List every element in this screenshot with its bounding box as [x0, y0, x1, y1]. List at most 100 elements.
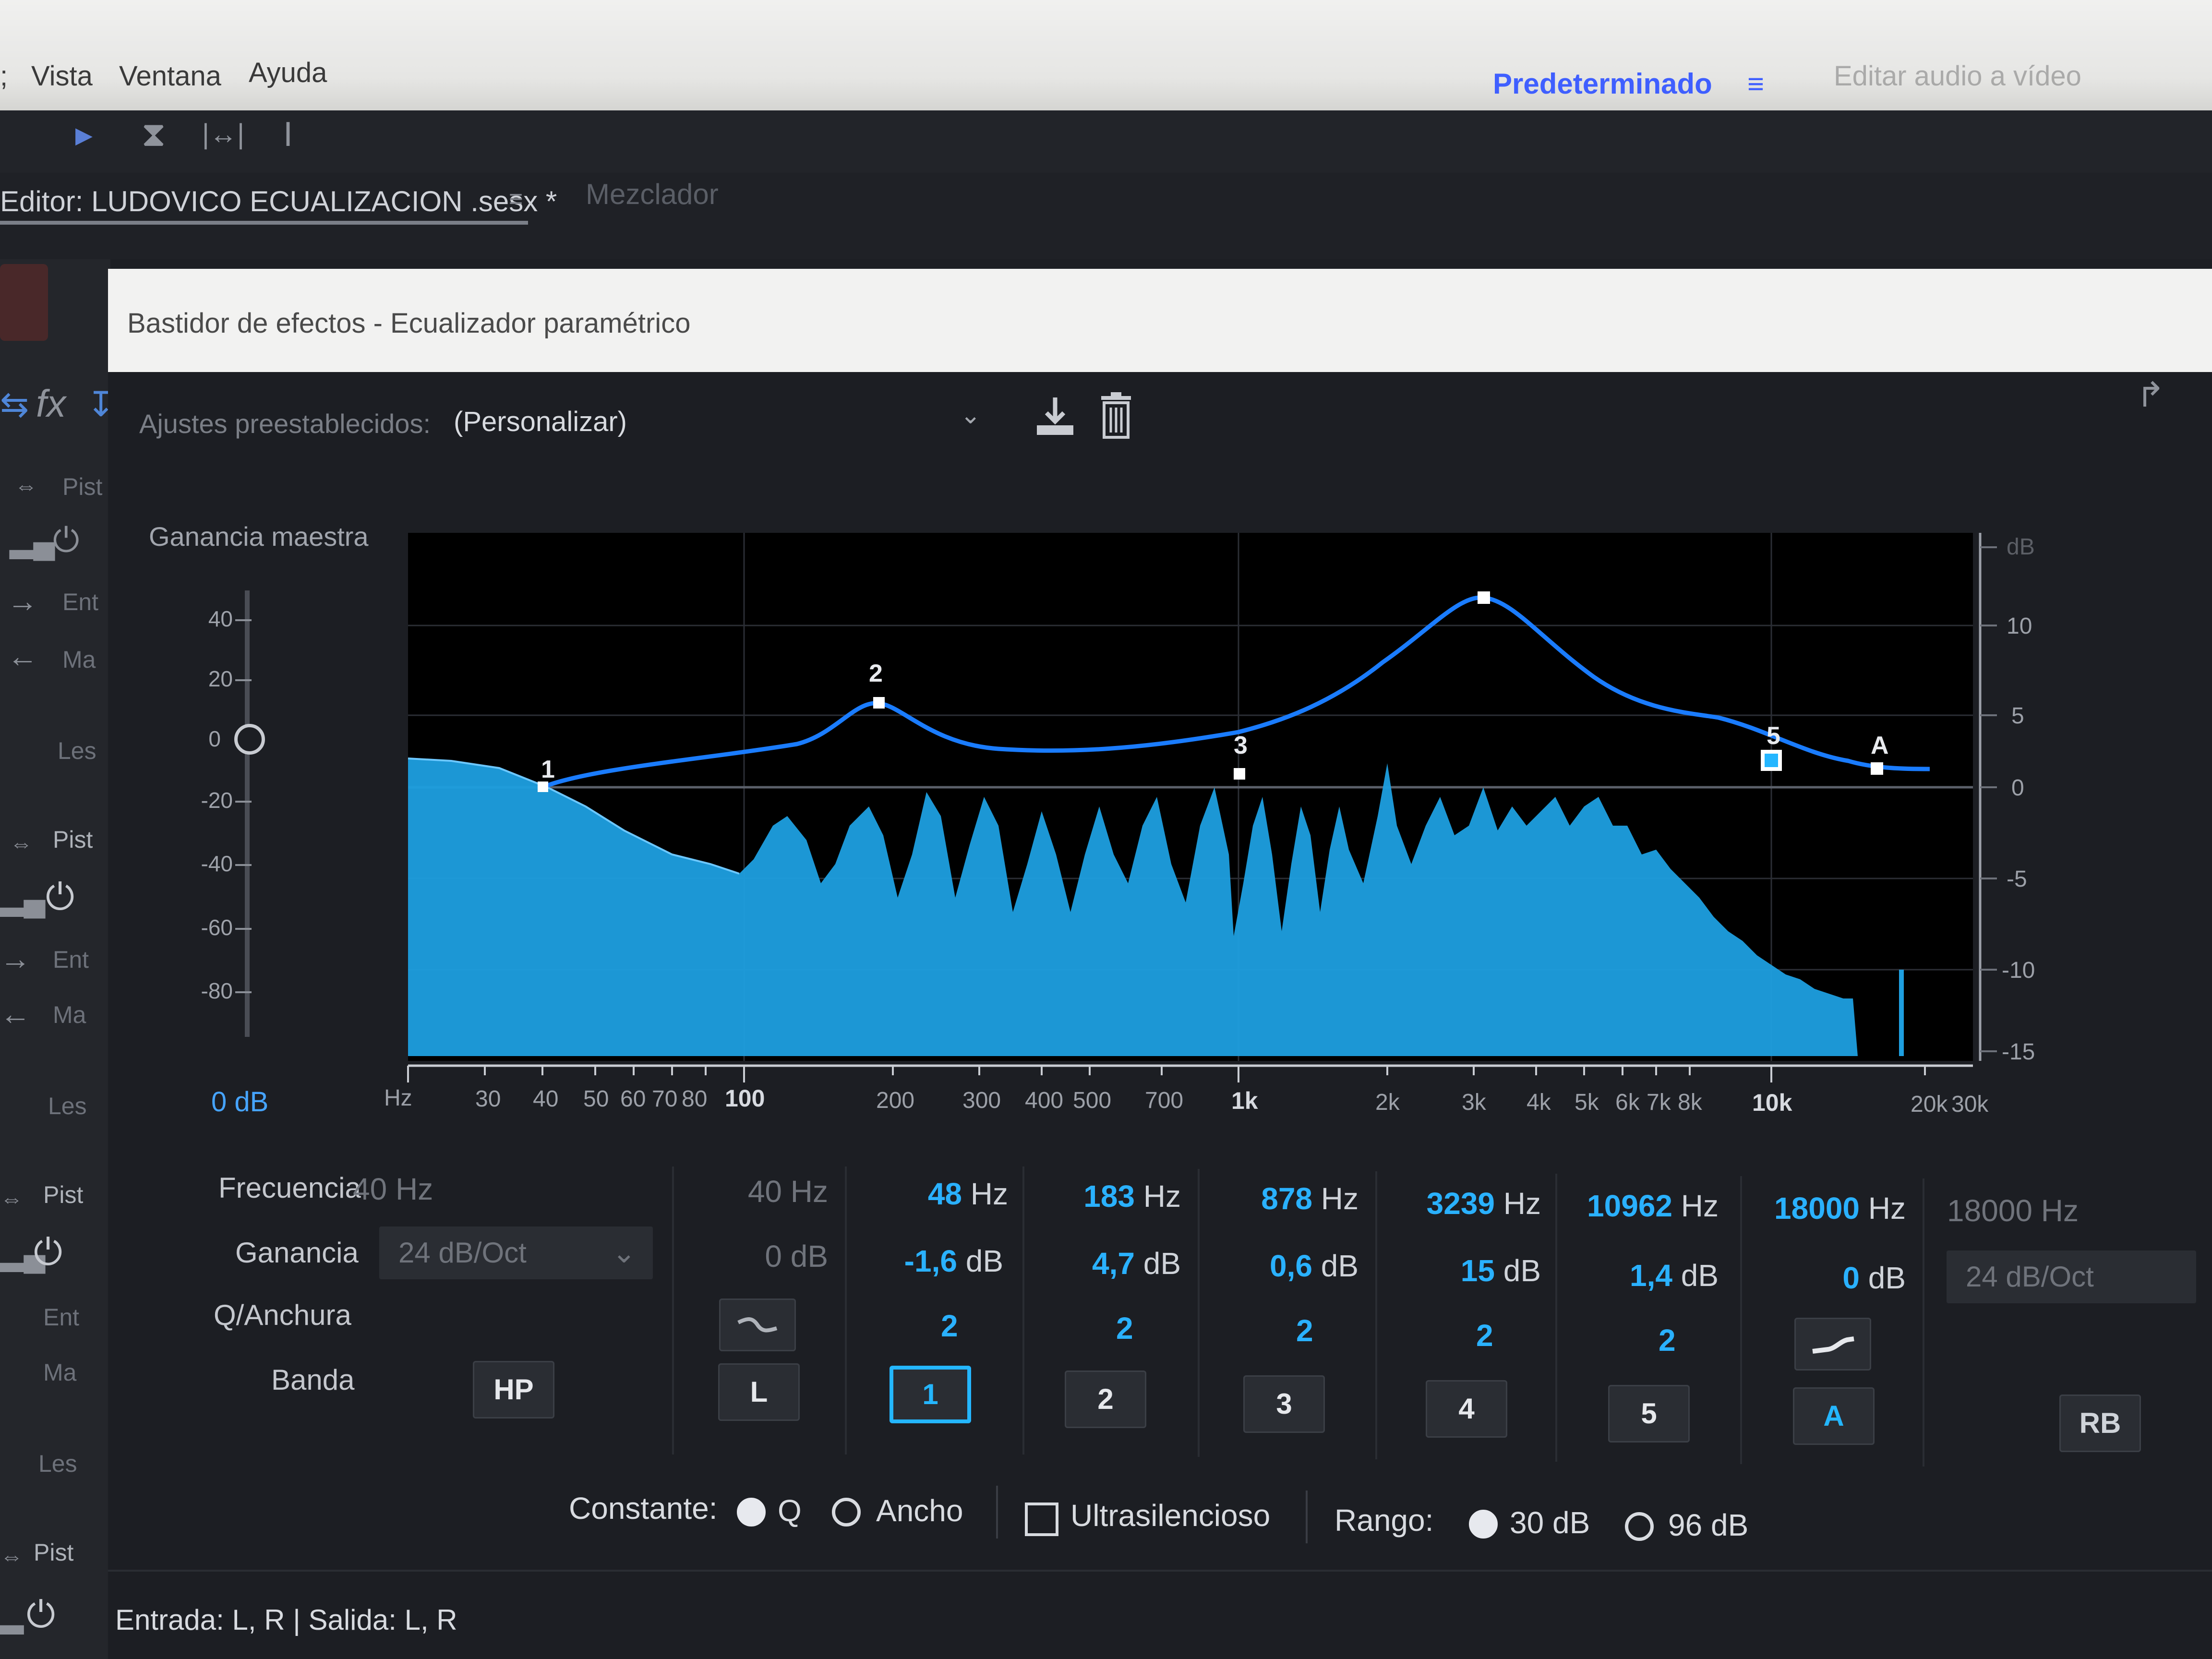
band-1-frequency[interactable]: 48 Hz: [850, 1176, 1008, 1212]
low-shelf-shape-button[interactable]: [719, 1298, 796, 1351]
workspace-menu-icon[interactable]: ≡: [1747, 67, 1764, 100]
low-shelf-gain-value[interactable]: 0 dB: [670, 1238, 828, 1274]
band-3-q-value[interactable]: 2: [1296, 1313, 1313, 1348]
eq-node-2[interactable]: [873, 697, 885, 709]
band-3-button[interactable]: 3: [1243, 1375, 1325, 1433]
band-5-button[interactable]: 5: [1608, 1385, 1690, 1443]
frequency-unit: Hz: [1503, 1186, 1541, 1221]
power-icon[interactable]: ⏻: [46, 876, 74, 919]
band-rb-button[interactable]: RB: [2059, 1395, 2141, 1452]
band-2-gain[interactable]: 4,7 dB: [1022, 1246, 1181, 1281]
band-2-button[interactable]: 2: [1065, 1370, 1146, 1428]
high-shelf-shape-button[interactable]: [1794, 1318, 1871, 1370]
high-shelf-frequency[interactable]: 18000 Hz: [1747, 1190, 1906, 1226]
track-arrows-icon: ⇔: [0, 1186, 23, 1212]
presets-label: Ajustes preestablecidos:: [139, 409, 431, 439]
toolbar: [0, 110, 2212, 173]
range-30db-radio[interactable]: [1469, 1510, 1498, 1539]
chevron-down-icon[interactable]: ⌄: [960, 401, 981, 430]
band-5-q-value[interactable]: 2: [1659, 1322, 1676, 1358]
eq-node-3[interactable]: [1234, 768, 1245, 780]
freq-tick-label: 3k: [1462, 1090, 1487, 1115]
band-5-frequency[interactable]: 10962 Hz: [1560, 1188, 1719, 1224]
mixer-tab[interactable]: Mezclador: [586, 178, 719, 211]
workspace-edit-label[interactable]: Editar audio a vídeo: [1834, 60, 2081, 92]
hp-frequency-value[interactable]: 40 Hz: [353, 1171, 511, 1207]
master-gain-value[interactable]: 0 dB: [211, 1086, 268, 1118]
output-arrow-icon: ←: [0, 997, 31, 1031]
band-hp-button[interactable]: HP: [473, 1361, 554, 1419]
slip-tool-icon[interactable]: |↔|: [197, 115, 250, 154]
track-arrows-icon: ⇔: [10, 831, 33, 856]
band-3-gain-value: 0,6: [1269, 1249, 1312, 1283]
save-preset-icon[interactable]: [1032, 394, 1078, 440]
strip-label-ent-3: Ent: [43, 1304, 80, 1331]
menu-bar: [0, 0, 2212, 110]
track-label-1: Pist: [62, 473, 103, 500]
editor-tab[interactable]: Editor: LUDOVICO ECUALIZACION .sesx *: [0, 185, 557, 218]
constant-label: Constante:: [569, 1491, 718, 1526]
freq-tick-label: 300: [962, 1088, 1001, 1113]
eq-node-4[interactable]: [1478, 591, 1490, 604]
eq-graph[interactable]: 1 2 3 5 A Hz 30 40 50 60 70 80 100 200 3…: [374, 518, 2045, 1128]
constant-width-radio[interactable]: [832, 1498, 861, 1527]
band-4-frequency[interactable]: 3239 Hz: [1382, 1186, 1541, 1221]
move-tool-icon[interactable]: ▸: [67, 115, 101, 154]
master-gain-knob[interactable]: [234, 724, 265, 755]
band-5-gain[interactable]: 1,4 dB: [1560, 1258, 1719, 1293]
master-gain-scale-label: -80: [201, 978, 233, 1003]
power-icon[interactable]: ⏻: [26, 1594, 55, 1636]
band-l-button[interactable]: L: [718, 1363, 800, 1421]
lp-slope-dropdown[interactable]: 24 dB/Oct: [1947, 1250, 2196, 1303]
band-4-button[interactable]: 4: [1426, 1380, 1507, 1438]
master-gain-label: Ganancia maestra: [149, 521, 369, 552]
menu-item-ventana[interactable]: Ventana: [119, 60, 221, 92]
band-2-q-value[interactable]: 2: [1116, 1310, 1133, 1346]
constant-q-radio[interactable]: [737, 1498, 766, 1527]
lp-slope-value: 24 dB/Oct: [1966, 1261, 2094, 1293]
ultra-quiet-checkbox[interactable]: [1025, 1503, 1058, 1536]
band-2-gain-value: 4,7: [1092, 1246, 1135, 1281]
lp-frequency-value[interactable]: 18000 Hz: [1920, 1193, 2079, 1228]
fx-icon[interactable]: fx: [36, 382, 66, 426]
low-shelf-frequency-value[interactable]: 40 Hz: [670, 1174, 828, 1209]
razor-tool-icon[interactable]: ⧗: [137, 115, 170, 154]
band-3-gain[interactable]: 0,6 dB: [1200, 1248, 1358, 1284]
freq-tick-label: 80: [682, 1086, 707, 1112]
band-1-button[interactable]: 1: [890, 1366, 971, 1423]
gain-unit: dB: [1321, 1249, 1358, 1283]
band-1-gain[interactable]: -1,6 dB: [845, 1243, 1003, 1279]
panel-options-icon[interactable]: ↱: [2136, 374, 2165, 415]
column-divider: [845, 1166, 847, 1455]
band-label: Banda: [271, 1364, 355, 1396]
workspace-selector[interactable]: Predeterminado: [1493, 67, 1712, 100]
high-shelf-gain[interactable]: 0 dB: [1747, 1260, 1906, 1296]
presets-dropdown[interactable]: (Personalizar): [454, 406, 627, 438]
band-1-q-value[interactable]: 2: [941, 1308, 958, 1344]
strip-label-ent-1: Ent: [62, 589, 99, 615]
strip-label-ent-2: Ent: [53, 946, 89, 973]
rack-swap-icon[interactable]: ⇆: [0, 384, 29, 424]
level-icon: ▂: [0, 1599, 24, 1634]
band-3-frequency[interactable]: 878 Hz: [1200, 1181, 1358, 1216]
menu-item-vista[interactable]: Vista: [31, 60, 93, 92]
frequency-unit: Hz: [1143, 1179, 1181, 1214]
freq-tick-label: 200: [876, 1088, 914, 1113]
eq-node-a[interactable]: [1871, 762, 1883, 775]
power-icon[interactable]: ⏻: [34, 1231, 62, 1274]
band-4-q-value[interactable]: 2: [1476, 1318, 1493, 1353]
master-gain-tick: [235, 991, 252, 993]
editor-tab-menu-icon[interactable]: ≡: [509, 185, 527, 212]
delete-preset-icon[interactable]: [1099, 391, 1133, 439]
power-icon[interactable]: ⏻: [53, 521, 79, 560]
band-2-frequency[interactable]: 183 Hz: [1022, 1178, 1181, 1214]
master-gain-slider[interactable]: [245, 590, 250, 1037]
band-a-button[interactable]: A: [1793, 1387, 1875, 1445]
gain-unit: dB: [1868, 1261, 1906, 1295]
hp-slope-dropdown[interactable]: 24 dB/Oct ⌄: [379, 1226, 653, 1279]
range-96db-radio[interactable]: [1625, 1512, 1654, 1541]
node-label: A: [1871, 732, 1889, 759]
time-selection-tool-icon[interactable]: I: [271, 115, 305, 154]
band-4-gain[interactable]: 15 dB: [1382, 1253, 1541, 1288]
menu-item-ayuda[interactable]: Ayuda: [249, 57, 327, 89]
